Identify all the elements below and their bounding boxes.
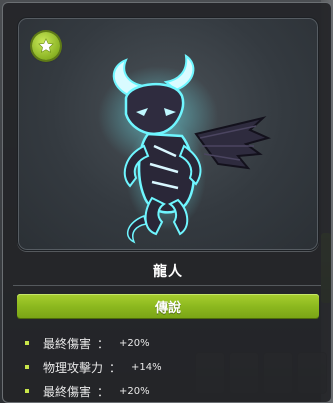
divider	[13, 285, 321, 286]
stat-value: +20%	[119, 385, 150, 397]
stat-value: +14%	[131, 361, 162, 373]
star-icon	[32, 32, 60, 60]
stat-separator: ：	[109, 360, 122, 375]
stat-label: 最終傷害	[43, 336, 92, 351]
stat-list: 最終傷害 ： +20% 物理攻擊力 ： +14% 最終傷害 ： +20%	[25, 331, 305, 403]
creature-name: 龍人	[153, 264, 183, 280]
stat-separator: ：	[97, 336, 110, 351]
monster-card-tooltip: 龍人 傳說 最終傷害 ： +20% 物理攻擊力 ： +14% 最終傷害 ： +2…	[2, 2, 332, 403]
bullet-icon	[25, 365, 29, 369]
stat-row: 物理攻擊力 ： +14%	[25, 355, 305, 379]
stat-value: +20%	[119, 337, 150, 349]
dragon-creature-image	[98, 53, 271, 244]
grade-badge: 傳說	[17, 294, 319, 318]
stat-separator: ：	[97, 384, 110, 399]
stat-row: 最終傷害 ： +20%	[25, 379, 305, 403]
bullet-icon	[25, 389, 29, 393]
stat-label: 最終傷害	[43, 384, 92, 399]
creature-preview	[17, 17, 319, 251]
stat-label: 物理攻擊力	[43, 360, 104, 375]
stat-row: 最終傷害 ： +20%	[25, 331, 305, 355]
grade-label: 傳說	[154, 300, 181, 316]
bullet-icon	[25, 341, 29, 345]
